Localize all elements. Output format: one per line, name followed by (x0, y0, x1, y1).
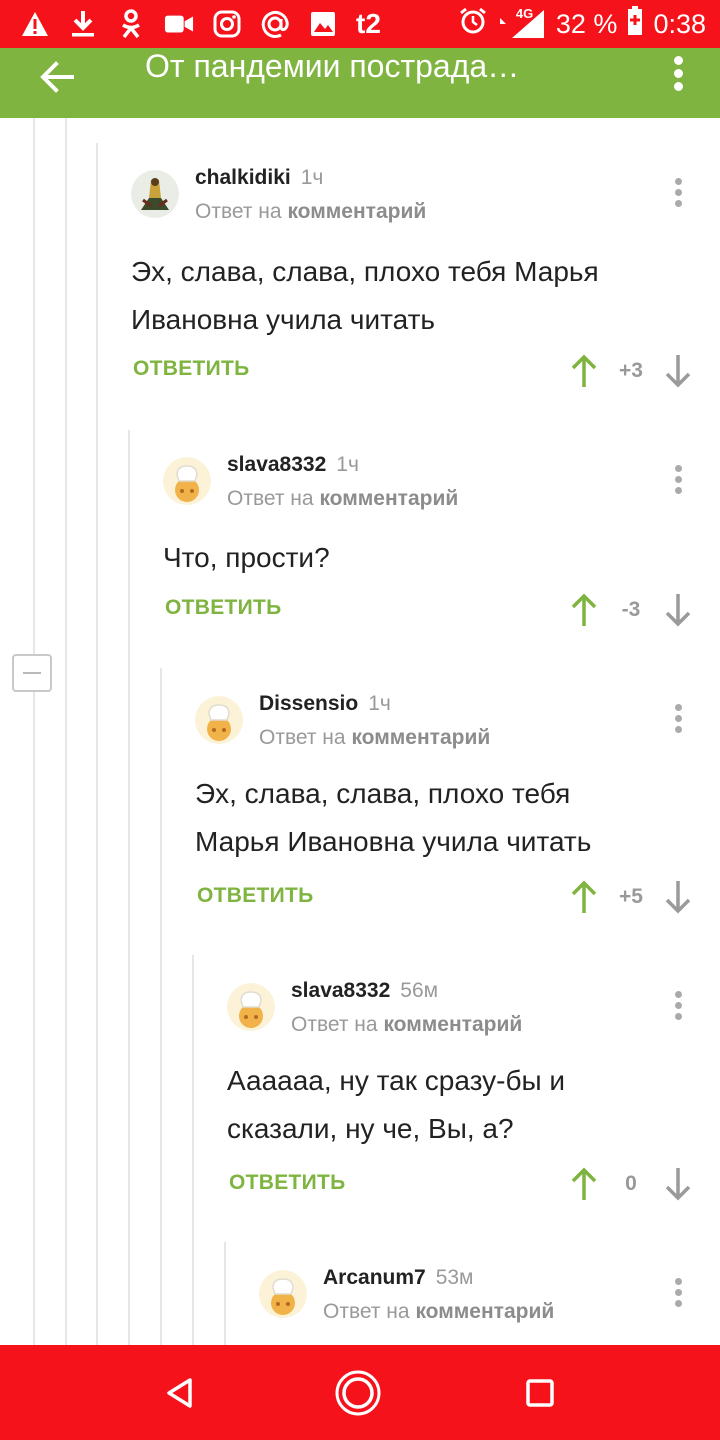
comment-text: Что, прости? (163, 542, 330, 573)
battery-percent: 32 % (555, 8, 618, 39)
upvote-icon[interactable] (569, 1166, 599, 1202)
default-chef-avatar[interactable] (195, 696, 243, 744)
comment-author[interactable]: slava8332 1ч (227, 453, 359, 477)
reply-button[interactable]: ОТВЕТИТЬ (197, 884, 314, 908)
thread-line (33, 118, 35, 1345)
thread-line (65, 118, 67, 1345)
odnoklassniki-icon (116, 9, 146, 39)
arrow-left-icon[interactable] (36, 56, 78, 98)
battery-icon (627, 5, 643, 43)
thread-line (160, 668, 162, 1345)
back-triangle-icon[interactable] (156, 1369, 204, 1417)
thread-line (192, 955, 194, 1345)
notification-icons: t2 (20, 6, 381, 42)
upvote-icon[interactable] (569, 592, 599, 628)
downvote-icon[interactable] (663, 353, 693, 389)
reply-button[interactable]: ОТВЕТИТЬ (133, 357, 250, 381)
system-nav-bar (0, 1345, 720, 1440)
tele2-icon: t2 (356, 8, 381, 39)
comment-author[interactable]: chalkidiki 1ч (195, 166, 323, 190)
comment-author[interactable]: Arcanum7 53м (323, 1266, 474, 1290)
comment-text: Эх, слава, слава, плохо тебя Марья Ивано… (131, 256, 599, 335)
comment-text: Эх, слава, слава, плохо тебя Марья Ивано… (195, 778, 592, 857)
download-icon (68, 9, 98, 39)
thread-line (128, 430, 130, 1345)
comment-author[interactable]: slava8332 56м (291, 979, 438, 1003)
page-title: От пандемии пострада… (145, 48, 520, 84)
comment-time: 56м (400, 979, 439, 1002)
recents-square-icon[interactable] (516, 1369, 564, 1417)
default-chef-avatar[interactable] (163, 457, 211, 505)
comment-menu-icon[interactable] (674, 1278, 682, 1312)
system-indicators: 4G 32 % 0:38 (458, 5, 706, 43)
comment-text: Аааааа, ну так сразу-бы и сказали, ну че… (227, 1065, 566, 1144)
user-photo-avatar[interactable] (131, 170, 179, 218)
comment-menu-icon[interactable] (674, 704, 682, 738)
comment-menu-icon[interactable] (674, 991, 682, 1025)
alarm-icon (458, 6, 488, 43)
downvote-icon[interactable] (663, 1166, 693, 1202)
comment-menu-icon[interactable] (674, 465, 682, 499)
comment-score: +5 (619, 885, 643, 908)
thread-line (96, 143, 98, 1345)
default-chef-avatar[interactable] (227, 983, 275, 1031)
warning-icon (20, 9, 50, 39)
thread-line (224, 1242, 226, 1345)
comment-time: 1ч (300, 166, 324, 189)
reply-to-link[interactable]: Ответ на комментарий (227, 487, 458, 511)
collapse-thread-button[interactable] (12, 654, 52, 692)
comment-author[interactable]: Dissensio 1ч (259, 692, 391, 716)
clock: 0:38 (653, 8, 706, 39)
reply-to-link[interactable]: Ответ на комментарий (291, 1013, 522, 1037)
app-bar: От пандемии пострада… (0, 48, 720, 118)
status-bar: t2 4G 32 % 0:38 (0, 0, 720, 48)
home-circle-icon[interactable] (334, 1369, 382, 1417)
default-chef-avatar[interactable] (259, 1270, 307, 1318)
at-icon (260, 9, 290, 39)
image-icon (308, 9, 338, 39)
downvote-icon[interactable] (663, 592, 693, 628)
comment-score: -3 (621, 598, 641, 621)
downvote-icon[interactable] (663, 879, 693, 915)
signal-icon: 4G (498, 6, 546, 40)
reply-to-link[interactable]: Ответ на комментарий (195, 200, 426, 224)
instagram-icon (212, 9, 242, 39)
comment-menu-icon[interactable] (674, 178, 682, 212)
comment-score: +3 (619, 359, 643, 382)
reply-to-link[interactable]: Ответ на комментарий (323, 1300, 554, 1324)
reply-button[interactable]: ОТВЕТИТЬ (229, 1171, 346, 1195)
comment-time: 1ч (336, 453, 359, 476)
upvote-icon[interactable] (569, 879, 599, 915)
more-vertical-icon[interactable] (672, 54, 684, 94)
comment-time: 1ч (368, 692, 391, 715)
reply-to-link[interactable]: Ответ на комментарий (259, 726, 490, 750)
comment-time: 53м (435, 1266, 474, 1289)
comment-score: 0 (625, 1172, 637, 1195)
video-icon (164, 9, 194, 39)
upvote-icon[interactable] (569, 353, 599, 389)
reply-button[interactable]: ОТВЕТИТЬ (165, 596, 282, 620)
